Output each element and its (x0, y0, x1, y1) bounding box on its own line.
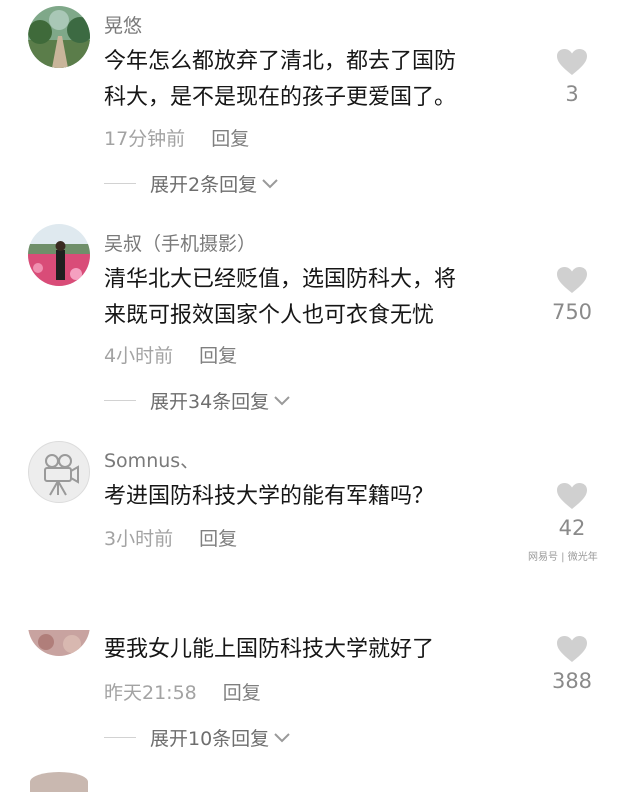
comment-line: 考进国防科技大学的能有军籍吗？ (104, 484, 435, 509)
chevron-down-icon (262, 178, 278, 188)
avatar[interactable] (28, 594, 90, 656)
avatar[interactable] (28, 441, 90, 503)
movie-camera-icon (44, 454, 79, 496)
expand-replies-label: 展开10条回复 (150, 728, 270, 750)
comment-text: 考进国防科技大学的能有军籍吗？ (104, 479, 524, 515)
like-button[interactable]: 3 (540, 48, 604, 106)
divider (104, 183, 136, 184)
watermark: 网易号 | 微光年 (528, 552, 598, 563)
comment-meta: 17分钟前 回复 (104, 124, 249, 151)
reply-button[interactable]: 回复 (199, 528, 237, 550)
timestamp: 3小时前 (104, 528, 174, 550)
avatar[interactable] (30, 772, 88, 792)
heart-icon (557, 267, 587, 293)
expand-replies-label: 展开34条回复 (150, 391, 270, 413)
expand-replies[interactable]: 展开10条回复 (104, 724, 291, 751)
comment-line: 今年怎么都放弃了清北，都去了国防 (104, 49, 457, 74)
heart-icon (557, 483, 587, 509)
comment-line: 清华北大已经贬值，选国防科大，将 (104, 267, 457, 292)
expand-replies-label: 展开2条回复 (150, 174, 258, 196)
chevron-down-icon (274, 732, 290, 742)
chevron-down-icon (274, 395, 290, 405)
timestamp: 昨天21:58 (104, 682, 197, 704)
username[interactable]: 晃悠 (104, 11, 142, 38)
like-count: 42 (558, 516, 586, 540)
like-count: 3 (565, 82, 579, 106)
comment-text: 今年怎么都放弃了清北，都去了国防 科大，是不是现在的孩子更爱国了。 (104, 44, 524, 116)
like-button[interactable]: 388 (540, 635, 604, 693)
comment-line: 来既可报效国家个人也可衣食无忧 (104, 303, 435, 328)
comment-text: 要我女儿能上国防科技大学就好了 (104, 632, 524, 668)
timestamp: 4小时前 (104, 345, 174, 367)
comment-text: 清华北大已经贬值，选国防科大，将 来既可报效国家个人也可衣食无忧 (104, 262, 524, 334)
username[interactable]: 吴叔（手机摄影） (104, 229, 256, 256)
comment-line: 要我女儿能上国防科技大学就好了 (104, 637, 435, 662)
like-count: 750 (551, 300, 593, 324)
expand-replies[interactable]: 展开2条回复 (104, 170, 279, 197)
like-count: 388 (551, 669, 593, 693)
like-button[interactable]: 42 (540, 482, 604, 540)
reply-button[interactable]: 回复 (223, 682, 261, 704)
comment-meta: 3小时前 回复 (104, 524, 237, 551)
comment-meta: 4小时前 回复 (104, 341, 237, 368)
heart-icon (557, 636, 587, 662)
comment-meta: 昨天21:58 回复 (104, 678, 261, 705)
avatar[interactable] (28, 224, 90, 286)
username[interactable]: Somnus、 (104, 446, 199, 473)
divider (104, 400, 136, 401)
timestamp: 17分钟前 (104, 128, 186, 150)
reply-button[interactable]: 回复 (199, 345, 237, 367)
avatar[interactable] (28, 6, 90, 68)
like-button[interactable]: 750 (540, 266, 604, 324)
expand-replies[interactable]: 展开34条回复 (104, 387, 291, 414)
heart-icon (557, 49, 587, 75)
comment-line: 科大，是不是现在的孩子更爱国了。 (104, 85, 457, 110)
reply-button[interactable]: 回复 (211, 128, 249, 150)
divider (104, 737, 136, 738)
